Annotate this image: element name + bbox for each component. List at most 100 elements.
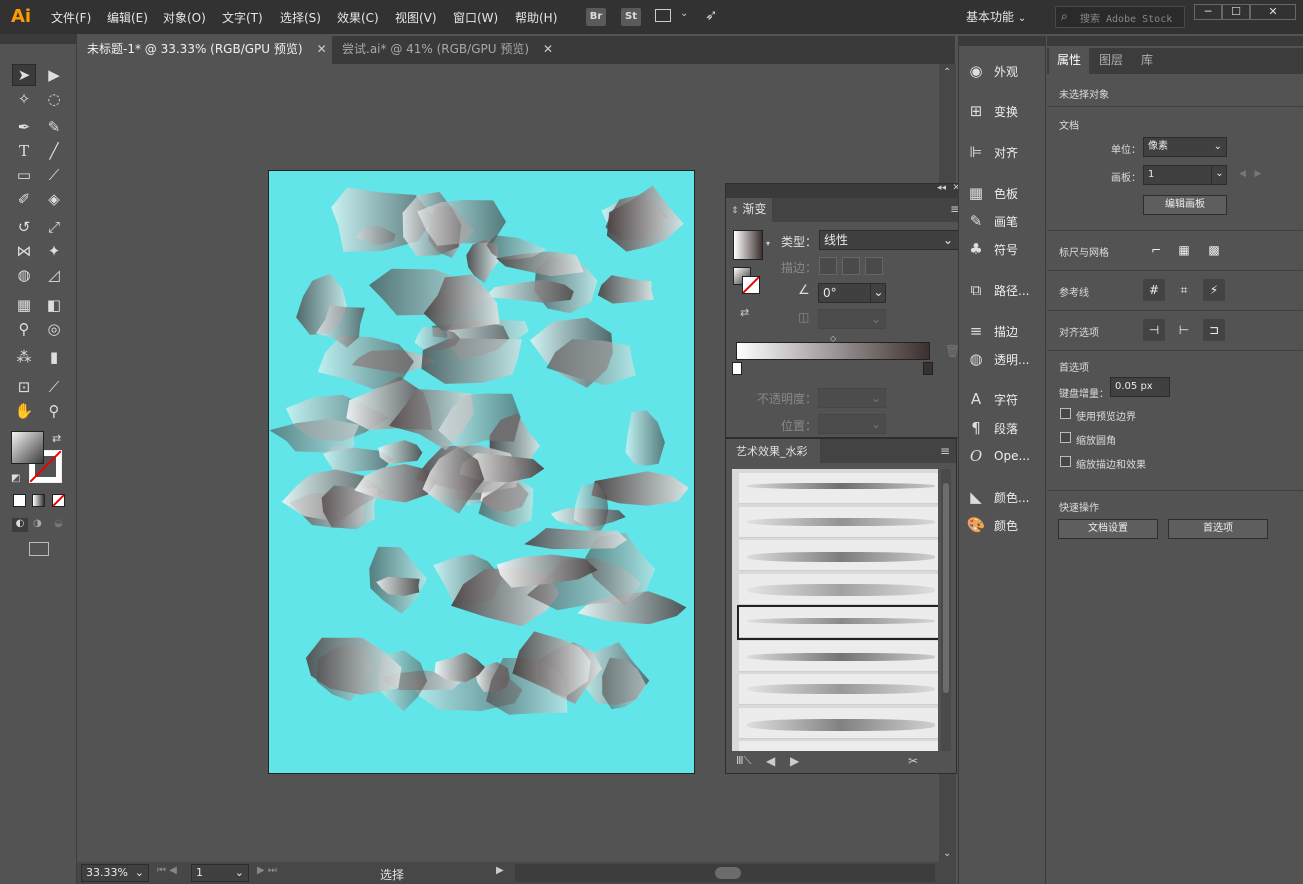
fill-swatch[interactable] — [11, 431, 44, 464]
menu-edit[interactable]: 编辑(E) — [107, 9, 148, 26]
ruler-icon[interactable]: ⌐ — [1145, 239, 1167, 261]
previous-library-icon[interactable]: ◀ — [766, 754, 775, 768]
bridge-button[interactable]: Br — [586, 8, 606, 26]
scale-strokes-effects-checkbox[interactable] — [1060, 456, 1071, 467]
guides-icon[interactable]: # — [1143, 279, 1165, 301]
menu-effect[interactable]: 效果(C) — [337, 9, 379, 26]
minimize-button[interactable]: ─ — [1194, 4, 1222, 20]
zoom-tool-icon[interactable]: ⚲ — [42, 400, 66, 422]
hand-tool-icon[interactable]: ✋ — [12, 400, 36, 422]
dock-appearance[interactable]: ◉ 外观 — [965, 58, 1045, 84]
tab-gradient[interactable]: ⇕ 渐变 — [726, 198, 772, 222]
mesh-tool-icon[interactable]: ▦ — [12, 294, 36, 316]
brush-stroke-item[interactable] — [739, 674, 938, 705]
artboard-select[interactable]: 1 ⌄ — [1143, 165, 1227, 185]
close-icon[interactable]: ✕ — [543, 42, 553, 56]
menu-object[interactable]: 对象(O) — [163, 9, 206, 26]
tab-untitled-1[interactable]: 未标题-1* @ 33.33% (RGB/GPU 预览) ✕ — [77, 36, 332, 64]
draw-normal-icon[interactable]: ◐ — [12, 518, 28, 532]
snap-to-pixel-icon[interactable]: ⊢ — [1173, 319, 1195, 341]
tab-attempt[interactable]: 尝试.ai* @ 41% (RGB/GPU 预览) ✕ — [332, 36, 554, 64]
units-select[interactable]: 像素 ⌄ — [1143, 137, 1227, 157]
dock-character[interactable]: A 字符 — [965, 386, 1045, 412]
keyboard-increment-field[interactable]: 0.05 px — [1110, 377, 1170, 397]
angle-field[interactable]: 0° ⌄ — [818, 283, 886, 303]
horizontal-scrollbar[interactable] — [515, 864, 935, 882]
scroll-down-icon[interactable]: ⌄ — [943, 848, 951, 859]
status-menu-icon[interactable]: ▶ — [496, 865, 504, 876]
stock-search-input[interactable]: ⌕ 搜索 Adobe Stock — [1055, 6, 1185, 28]
perspective-grid-tool-icon[interactable]: ◿ — [42, 264, 66, 286]
stock-button[interactable]: St — [621, 8, 641, 26]
dock-color-guide[interactable]: ◣ 颜色... — [965, 484, 1045, 510]
magic-wand-tool-icon[interactable]: ✧ — [12, 88, 36, 110]
dock-pathfinder[interactable]: ⧉ 路径... — [965, 277, 1045, 303]
brush-stroke-item[interactable] — [739, 741, 938, 751]
brush-stroke-item[interactable] — [737, 605, 938, 640]
chevron-down-icon[interactable]: ▾ — [766, 239, 770, 248]
first-artboard-icon[interactable]: ⏮ ◀ — [157, 865, 177, 876]
swap-fill-stroke-icon[interactable]: ⇄ — [52, 432, 61, 445]
gradient-type-select[interactable]: 线性 ⌄ — [819, 230, 959, 250]
gradient-slider[interactable] — [736, 342, 930, 360]
tab-layers[interactable]: 图层 — [1091, 48, 1131, 74]
panel-titlebar[interactable]: ◂◂ ✕ — [726, 183, 964, 198]
shape-builder-tool-icon[interactable]: ◍ — [12, 264, 36, 286]
artboard-number-field[interactable]: 1 ⌄ — [191, 864, 249, 882]
pen-tool-icon[interactable]: ✒ — [12, 116, 36, 138]
brush-stroke-item[interactable] — [739, 506, 938, 538]
brush-stroke-item[interactable] — [739, 640, 938, 672]
dock-transform[interactable]: ⊞ 变换 — [965, 98, 1045, 124]
brush-libraries-menu-icon[interactable]: Ⅲ⟍ — [736, 754, 751, 768]
preferences-button[interactable]: 首选项 — [1168, 519, 1268, 539]
gradient-stop-left[interactable] — [732, 362, 742, 375]
chevron-down-icon[interactable]: ⌄ — [680, 8, 688, 19]
artboard-tool-icon[interactable]: ⊡ — [12, 376, 36, 398]
stroke-none-swatch[interactable] — [742, 276, 760, 294]
dock-stroke[interactable]: ≡ 描边 — [965, 318, 1045, 344]
menu-select[interactable]: 选择(S) — [280, 9, 321, 26]
default-colors-icon[interactable]: ◩ — [11, 473, 20, 484]
gradient-stop-right[interactable] — [923, 362, 933, 375]
menu-help[interactable]: 帮助(H) — [515, 9, 557, 26]
column-graph-tool-icon[interactable]: ▮ — [42, 346, 66, 368]
blend-tool-icon[interactable]: ◎ — [42, 318, 66, 340]
arrange-documents-icon[interactable] — [655, 9, 671, 22]
none-mode-icon[interactable] — [52, 494, 65, 507]
draw-inside-icon[interactable]: ◒ — [54, 518, 63, 529]
scroll-thumb[interactable] — [943, 483, 949, 693]
tab-watercolor-brushes[interactable]: 艺术效果_水彩 — [726, 439, 820, 463]
rectangle-tool-icon[interactable]: ▭ — [12, 164, 36, 186]
snap-to-glyph-icon[interactable]: ⊐ — [1203, 319, 1225, 341]
curvature-tool-icon[interactable]: ✎ — [42, 116, 66, 138]
brush-list-scrollbar[interactable] — [941, 469, 951, 751]
persistent-icon[interactable]: ✂ — [908, 754, 918, 768]
brush-list[interactable] — [732, 469, 938, 751]
tab-properties[interactable]: 属性 — [1049, 48, 1090, 74]
collapse-icon[interactable]: ◂◂ — [937, 183, 946, 193]
dock-symbols[interactable]: ♣ 符号 — [965, 236, 1045, 262]
brush-stroke-item[interactable] — [739, 540, 938, 571]
dock-paragraph[interactable]: ¶ 段落 — [965, 415, 1045, 441]
shaper-tool-icon[interactable]: ✐ — [12, 188, 36, 210]
transparency-grid-icon[interactable]: ▩ — [1203, 239, 1225, 261]
document-setup-button[interactable]: 文档设置 — [1058, 519, 1158, 539]
close-icon[interactable]: ✕ — [317, 42, 327, 56]
width-tool-icon[interactable]: ⋈ — [12, 240, 36, 262]
workspace-switcher[interactable]: 基本功能 ⌄ — [966, 8, 1026, 25]
use-preview-bounds-checkbox[interactable] — [1060, 408, 1071, 419]
artboard[interactable] — [268, 170, 695, 774]
paintbrush-tool-icon[interactable]: ⟋ — [42, 164, 66, 186]
smart-guides-icon[interactable]: ⚡ — [1203, 279, 1225, 301]
scale-corners-checkbox[interactable] — [1060, 432, 1071, 443]
gradient-mode-icon[interactable] — [32, 494, 45, 507]
scroll-thumb[interactable] — [715, 867, 741, 879]
gpu-rocket-icon[interactable]: ➶ — [705, 6, 718, 24]
lock-guides-icon[interactable]: ⌗ — [1173, 279, 1195, 301]
brush-stroke-item[interactable] — [739, 473, 938, 504]
dock-swatches[interactable]: ▦ 色板 — [965, 180, 1045, 206]
slice-tool-icon[interactable]: ⟋ — [42, 376, 66, 398]
maximize-button[interactable]: ☐ — [1222, 4, 1250, 20]
scale-tool-icon[interactable]: ⤢ — [42, 216, 66, 238]
close-button[interactable]: ✕ — [1250, 4, 1296, 20]
